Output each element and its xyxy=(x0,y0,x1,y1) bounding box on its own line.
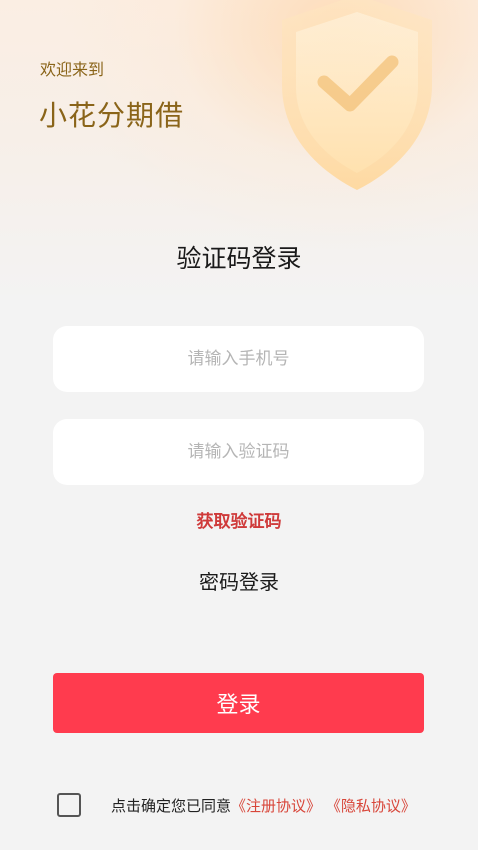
agreement-label: 点击确定您已同意 xyxy=(111,797,232,815)
code-field[interactable] xyxy=(53,418,424,486)
welcome-text: 欢迎来到 xyxy=(40,60,105,79)
password-login-link[interactable]: 密码登录 xyxy=(0,566,478,595)
phone-input[interactable] xyxy=(53,325,424,393)
verification-code-input[interactable] xyxy=(53,418,424,486)
privacy-agreement-link[interactable]: 《隐私协议》 xyxy=(326,797,416,815)
agreement-text: 点击确定您已同意《注册协议》 《隐私协议》 xyxy=(111,795,416,816)
login-button[interactable]: 登录 xyxy=(53,673,424,733)
get-code-button[interactable]: 获取验证码 xyxy=(0,507,478,532)
app-name: 小花分期借 xyxy=(39,99,185,132)
page-title: 验证码登录 xyxy=(176,244,302,273)
agreement-checkbox[interactable] xyxy=(57,793,81,817)
register-agreement-link[interactable]: 《注册协议》 xyxy=(231,797,321,815)
shield-check-icon xyxy=(282,0,432,190)
phone-field[interactable] xyxy=(53,325,424,393)
